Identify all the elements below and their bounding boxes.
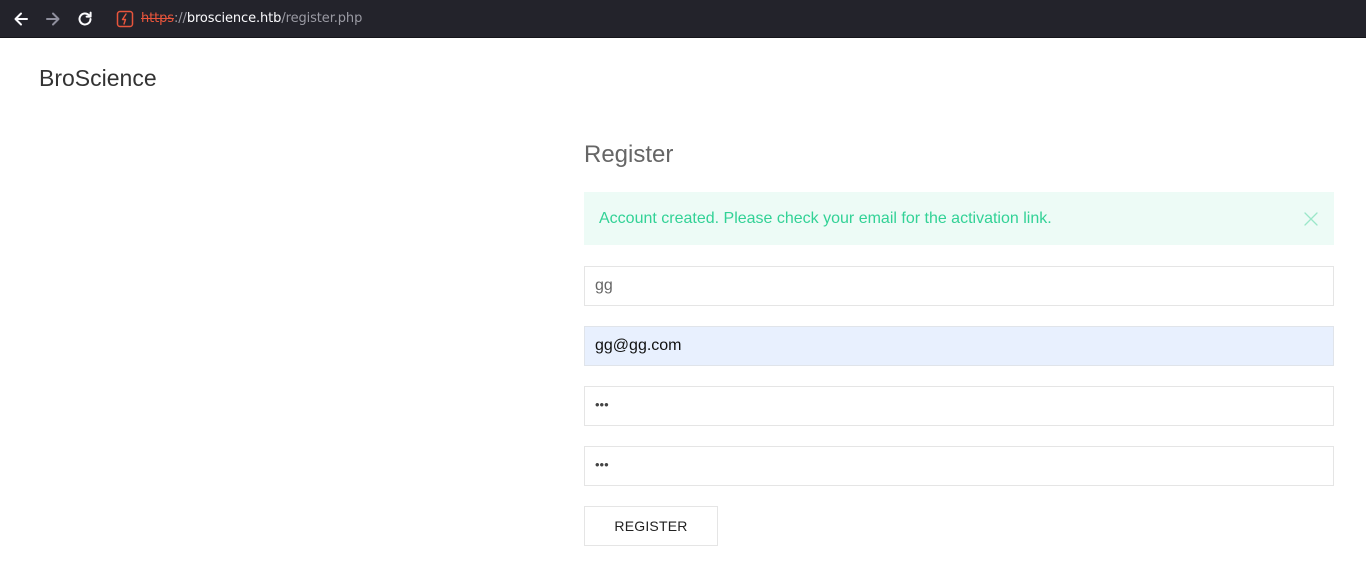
address-bar[interactable]: https://broscience.htb/register.php bbox=[104, 4, 604, 34]
forward-arrow-icon[interactable] bbox=[41, 7, 65, 31]
email-value: gg@gg.com bbox=[595, 337, 682, 354]
close-icon[interactable] bbox=[1302, 210, 1320, 228]
back-arrow-icon[interactable] bbox=[9, 7, 33, 31]
alert-message: Account created. Please check your email… bbox=[599, 210, 1052, 227]
url-host: broscience.htb bbox=[186, 11, 282, 26]
username-field[interactable]: gg bbox=[584, 266, 1334, 306]
url-text: https://broscience.htb/register.php bbox=[141, 10, 362, 28]
insecure-connection-icon[interactable] bbox=[116, 10, 134, 28]
password-repeat-field[interactable]: ••• bbox=[584, 446, 1334, 486]
register-button[interactable]: REGISTER bbox=[584, 506, 718, 546]
password-value: ••• bbox=[595, 397, 609, 412]
password-repeat-value: ••• bbox=[595, 457, 609, 472]
reload-icon[interactable] bbox=[73, 7, 97, 31]
success-alert: Account created. Please check your email… bbox=[584, 192, 1334, 245]
page-title: Register bbox=[584, 141, 674, 168]
browser-toolbar: https://broscience.htb/register.php bbox=[0, 0, 1366, 38]
password-field[interactable]: ••• bbox=[584, 386, 1334, 426]
site-logo-link[interactable]: BroScience bbox=[39, 64, 157, 92]
url-path: /register.php bbox=[281, 11, 363, 26]
url-separator: :// bbox=[173, 11, 187, 26]
username-value: gg bbox=[595, 277, 613, 294]
url-scheme: https bbox=[141, 11, 174, 26]
email-field[interactable]: gg@gg.com bbox=[584, 326, 1334, 366]
